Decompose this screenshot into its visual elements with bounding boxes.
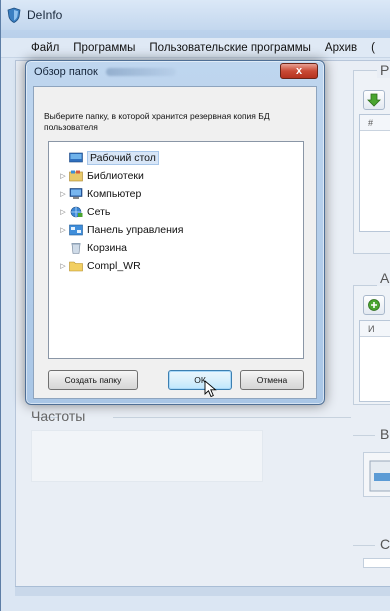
desktop-icon [69, 152, 83, 163]
menu-file[interactable]: Файл [31, 42, 59, 54]
app-title: DeInfo [27, 8, 63, 22]
computer-icon [69, 188, 83, 199]
right-table-top: # [359, 114, 390, 232]
tree-item-label: Панель управления [87, 224, 184, 236]
new-folder-button[interactable]: Создать папку [48, 370, 138, 390]
browse-folder-dialog: Обзор папок x Выберите папку, в которой … [25, 60, 325, 405]
tree-item-label: Сеть [87, 206, 111, 218]
tree-item-control-panel[interactable]: ▷ Панель управления [59, 222, 183, 238]
right-group-top-label: Р [377, 62, 390, 78]
status-bar [15, 586, 390, 596]
app-titlebar: DeInfo [1, 0, 390, 30]
mouse-cursor-icon [204, 380, 217, 398]
tree-item-desktop[interactable]: Рабочий стол [59, 150, 159, 166]
device-thumbnail[interactable] [363, 452, 390, 497]
folder-tree[interactable]: Рабочий стол ▷ Библиотеки ▷ Компьютер ▷ … [48, 141, 304, 359]
expand-arrow-icon[interactable]: ▷ [59, 262, 67, 270]
right-field[interactable] [363, 558, 390, 568]
blurred-title-text [105, 68, 176, 76]
shield-icon [7, 7, 21, 23]
right-group-last-label: С [377, 536, 390, 552]
right-table-mid: И [359, 320, 390, 402]
divider [353, 545, 375, 546]
dialog-content: Выберите папку, в которой хранится резер… [33, 86, 317, 399]
divider [113, 417, 351, 418]
control-panel-icon [69, 224, 83, 236]
close-button[interactable]: x [280, 63, 318, 79]
folder-icon [69, 261, 83, 272]
menu-archive[interactable]: Архив [325, 42, 357, 54]
plus-circle-icon [368, 299, 380, 311]
libraries-icon [69, 170, 83, 182]
menu-cut-item[interactable]: ( [371, 42, 375, 54]
arrow-down-icon [367, 93, 381, 107]
tree-item-compl-wr[interactable]: ▷ Compl_WR [59, 258, 141, 274]
add-button[interactable] [363, 90, 385, 110]
tree-item-label: Рабочий стол [87, 151, 159, 165]
add-item-button[interactable] [363, 295, 385, 315]
table-header: И [360, 321, 390, 337]
cancel-button[interactable]: Отмена [240, 370, 304, 390]
close-icon: x [295, 65, 303, 77]
expand-arrow-icon[interactable]: ▷ [59, 226, 67, 234]
tree-item-network[interactable]: ▷ Сеть [59, 204, 110, 220]
expand-arrow-icon[interactable]: ▷ [59, 172, 67, 180]
frequencies-label: Частоты [31, 408, 86, 424]
frequencies-panel [31, 430, 263, 482]
tree-item-label: Компьютер [87, 188, 142, 200]
tree-item-label: Библиотеки [87, 170, 144, 182]
menubar: Файл Программы Пользовательские программ… [1, 38, 390, 58]
right-group-bottom-label: В [377, 426, 390, 442]
tree-item-computer[interactable]: ▷ Компьютер [59, 186, 141, 202]
divider [353, 435, 375, 436]
menu-user-programs[interactable]: Пользовательские программы [149, 42, 311, 54]
table-header: # [360, 115, 390, 131]
dialog-title: Обзор папок [34, 66, 98, 78]
device-preview-icon [369, 460, 390, 492]
right-group-mid-label: А [377, 270, 390, 286]
network-icon [70, 206, 83, 218]
tree-item-label: Compl_WR [87, 260, 141, 272]
menu-programs[interactable]: Программы [73, 42, 135, 54]
tree-item-recycle-bin[interactable]: Корзина [59, 240, 127, 256]
expand-arrow-icon[interactable]: ▷ [59, 190, 67, 198]
dialog-description: Выберите папку, в которой хранится резер… [44, 111, 270, 132]
tree-item-libraries[interactable]: ▷ Библиотеки [59, 168, 144, 184]
expand-arrow-icon[interactable]: ▷ [59, 208, 67, 216]
tree-item-label: Корзина [87, 242, 127, 254]
recycle-bin-icon [71, 243, 81, 254]
ok-button[interactable]: ОК [168, 370, 232, 390]
